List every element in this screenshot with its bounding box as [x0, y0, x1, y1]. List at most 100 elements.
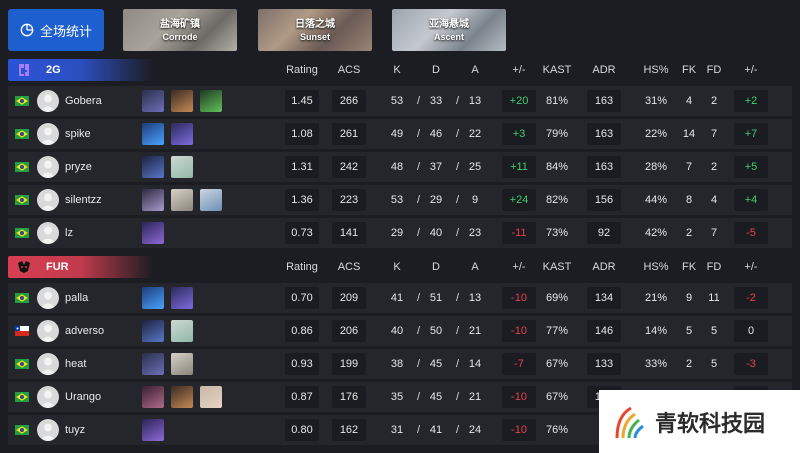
- player-row[interactable]: Gobera 1.45 266 53 33 13 +20 81% 163 31% 4 2 +2 / /: [8, 86, 792, 116]
- agent-iso-icon: [171, 287, 193, 309]
- stat-hs: 42%: [644, 227, 668, 239]
- stat-fk: 9: [685, 292, 693, 304]
- stat-hs: 14%: [644, 325, 668, 337]
- stat-a: 13: [468, 95, 482, 107]
- team-badge[interactable]: FUR: [8, 256, 153, 278]
- agent-sova-icon: [171, 90, 193, 112]
- stat-adr: 133: [587, 353, 621, 375]
- stat-adr: 146: [587, 320, 621, 342]
- stat-a: 21: [468, 325, 482, 337]
- column-header: D: [432, 64, 440, 76]
- stat-rating: 0.87: [285, 386, 319, 408]
- player-name[interactable]: palla: [65, 283, 88, 313]
- stat-acs: 261: [332, 123, 366, 145]
- stat-kast: 67%: [545, 358, 569, 370]
- player-row[interactable]: pryze 1.31 242 48 37 25 +11 84% 163 28% 7 2 +5 / /: [8, 152, 792, 182]
- player-avatar: [37, 222, 59, 244]
- stat-fk-diff: +5: [734, 156, 768, 178]
- team-logo-icon: [16, 259, 32, 275]
- country-flag-icon: [15, 425, 29, 435]
- column-header: Rating: [286, 261, 318, 273]
- agent-clove-icon: [142, 222, 164, 244]
- stat-rating: 0.93: [285, 353, 319, 375]
- kda-separator: /: [417, 95, 421, 107]
- stat-acs: 206: [332, 320, 366, 342]
- stat-fk: 4: [685, 95, 693, 107]
- agent-yoru-icon: [142, 320, 164, 342]
- stat-adr: 163: [587, 123, 621, 145]
- map-name-cn: 日落之城: [295, 18, 335, 30]
- agent-fade-icon: [142, 386, 164, 408]
- kda-separator: /: [417, 161, 421, 173]
- kda-separator: /: [417, 358, 421, 370]
- stat-a: 24: [468, 424, 482, 436]
- player-name[interactable]: tuyz: [65, 415, 85, 445]
- stat-d: 51: [429, 292, 443, 304]
- agent-omen-icon: [142, 90, 164, 112]
- player-avatar: [37, 156, 59, 178]
- stat-kast: 73%: [545, 227, 569, 239]
- player-name[interactable]: silentzz: [65, 185, 102, 215]
- player-avatar: [37, 419, 59, 441]
- player-row[interactable]: adverso 0.86 206 40 50 21 -10 77% 146 14% 5 5 0//: [8, 316, 792, 346]
- stat-d: 41: [429, 424, 443, 436]
- country-flag-icon: [15, 293, 29, 303]
- stat-fd: 5: [710, 325, 718, 337]
- stat-kast: 77%: [545, 325, 569, 337]
- stat-fd: 7: [710, 227, 718, 239]
- overall-stats-button[interactable]: 全场统计: [8, 9, 104, 51]
- column-header: KAST: [542, 261, 572, 273]
- stat-kast: 79%: [545, 128, 569, 140]
- player-row[interactable]: palla 0.70 209 41 51 13 -10 69% 134 21% 9 11 -2 / /: [8, 283, 792, 313]
- stat-acs: 266: [332, 90, 366, 112]
- stat-rating: 0.86: [285, 320, 319, 342]
- map-name-cn: 盐海矿镇: [160, 18, 200, 30]
- player-name[interactable]: spike: [65, 119, 91, 149]
- stat-kast: 81%: [545, 95, 569, 107]
- agent-sova-icon: [171, 386, 193, 408]
- map-tab-sunset[interactable]: 日落之城 Sunset: [258, 9, 372, 51]
- player-name[interactable]: Urango: [65, 382, 101, 412]
- player-avatar: [37, 287, 59, 309]
- country-flag-icon: [15, 96, 29, 106]
- team-badge[interactable]: 2G: [8, 59, 153, 81]
- player-name[interactable]: adverso: [65, 316, 104, 346]
- player-name[interactable]: heat: [65, 349, 86, 379]
- watermark: 青软科技园: [599, 390, 800, 453]
- kda-separator: /: [456, 161, 460, 173]
- country-flag-icon: [15, 392, 29, 402]
- watermark-logo-icon: [615, 406, 644, 438]
- stat-fk-diff: +2: [734, 90, 768, 112]
- stat-a: 23: [468, 227, 482, 239]
- map-tab-corrode[interactable]: 盐海矿镇 Corrode: [123, 9, 237, 51]
- column-header: A: [471, 261, 479, 273]
- map-tab-ascent[interactable]: 亚海悬城 Ascent: [392, 9, 506, 51]
- stat-a: 25: [468, 161, 482, 173]
- player-row[interactable]: spike 1.08 261 49 46 22 +3 79% 163 22% 14 7 +7 / /: [8, 119, 792, 149]
- player-row[interactable]: heat 0.93 199 38 45 14 -7 67% 133 33% 2 5 -3 / /: [8, 349, 792, 379]
- stat-d: 33: [429, 95, 443, 107]
- agent-neon-icon: [142, 123, 164, 145]
- player-avatar: [37, 123, 59, 145]
- player-name[interactable]: Gobera: [65, 86, 102, 116]
- column-header: +/-: [744, 261, 758, 273]
- stat-fk: 8: [685, 194, 693, 206]
- player-name[interactable]: pryze: [65, 152, 92, 182]
- stat-rating: 0.80: [285, 419, 319, 441]
- kda-separator: /: [417, 194, 421, 206]
- stat-adr: 163: [587, 90, 621, 112]
- player-name[interactable]: lz: [65, 218, 73, 248]
- stat-k: 35: [390, 391, 404, 403]
- column-header: ACS: [337, 64, 361, 76]
- stat-kast: 82%: [545, 194, 569, 206]
- stat-adr: 163: [587, 156, 621, 178]
- agent-jett-icon: [200, 189, 222, 211]
- stat-d: 29: [429, 194, 443, 206]
- player-row[interactable]: silentzz 1.36 223 53 29 9 +24 82% 156 44% 8 4 +4 / /: [8, 185, 792, 215]
- stat-a: 22: [468, 128, 482, 140]
- country-flag-icon: [15, 162, 29, 172]
- country-flag-icon: [15, 359, 29, 369]
- player-row[interactable]: lz 0.73 141 29 40 23 -11 73% 92 42% 2 7 -5 / /: [8, 218, 792, 248]
- stat-fd: 7: [710, 128, 718, 140]
- stat-fk: 14: [682, 128, 696, 140]
